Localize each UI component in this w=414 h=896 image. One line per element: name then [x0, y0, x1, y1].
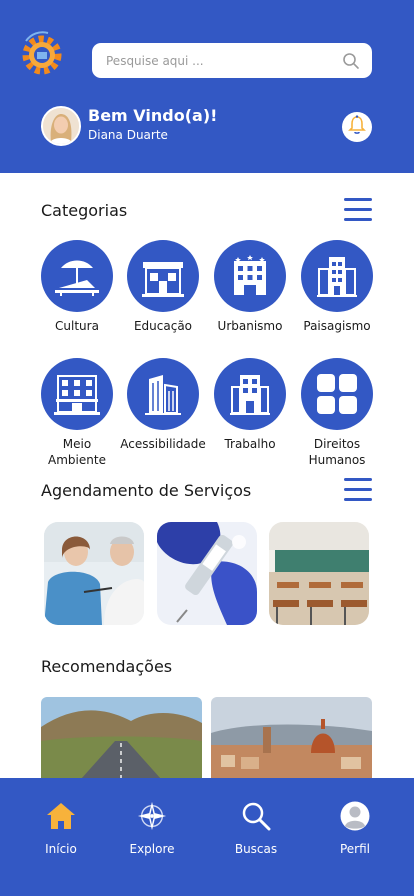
category-meio-ambiente[interactable]: Meio Ambiente: [32, 358, 122, 468]
search-icon[interactable]: [342, 52, 360, 70]
recommendation-card-city[interactable]: [211, 697, 372, 779]
category-paisagismo[interactable]: Paisagismo: [292, 240, 382, 334]
service-card-vaccine[interactable]: [157, 522, 257, 625]
section-title-services: Agendamento de Serviços: [41, 481, 252, 500]
category-label: Acessibilidade: [120, 437, 206, 451]
user-name: Diana Duarte: [88, 128, 168, 142]
category-acessibilidade[interactable]: Acessibilidade: [118, 358, 208, 452]
school-building-icon: [127, 240, 199, 312]
category-label: Urbanismo: [217, 319, 283, 333]
category-urbanismo[interactable]: Urbanismo: [205, 240, 295, 334]
bell-icon: [348, 115, 366, 139]
home-icon: [45, 800, 77, 832]
category-label: Meio Ambiente: [48, 437, 106, 467]
services-menu-icon[interactable]: [344, 478, 372, 502]
welcome-block: Bem Vindo(a)! Diana Duarte: [88, 106, 217, 143]
header: Pesquise aqui ... Bem Vindo(a)! Diana Du…: [0, 0, 414, 173]
notification-button[interactable]: [342, 112, 372, 142]
office-building-icon: [214, 358, 286, 430]
avatar[interactable]: [41, 106, 81, 146]
search-icon: [240, 800, 272, 832]
category-direitos-humanos[interactable]: Direitos Humanos: [292, 358, 382, 468]
category-label: Cultura: [55, 319, 99, 333]
service-card-medical[interactable]: [44, 522, 144, 625]
category-educacao[interactable]: Educação: [118, 240, 208, 334]
search-bar[interactable]: Pesquise aqui ...: [92, 43, 372, 78]
recommendation-card-road[interactable]: [41, 697, 202, 779]
city-hall-icon: [214, 240, 286, 312]
nav-item-buscas[interactable]: Buscas: [216, 800, 296, 857]
nav-label: Perfil: [339, 842, 371, 856]
nav-label: Buscas: [234, 842, 278, 856]
nav-label: Explore: [129, 842, 175, 856]
tower-building-icon: [301, 240, 373, 312]
search-input[interactable]: Pesquise aqui ...: [106, 54, 342, 68]
nav-item-perfil[interactable]: Perfil: [315, 800, 395, 857]
user-icon: [339, 800, 371, 832]
category-cultura[interactable]: Cultura: [32, 240, 122, 334]
category-label: Paisagismo: [303, 319, 371, 333]
bottom-nav: Início Explore Buscas Perfil: [0, 778, 414, 896]
nav-item-inicio[interactable]: Início: [21, 800, 101, 857]
compass-icon: [136, 800, 168, 832]
section-title-categories: Categorias: [41, 201, 128, 220]
category-trabalho[interactable]: Trabalho: [205, 358, 295, 452]
skyscraper-icon: [127, 358, 199, 430]
nav-label: Início: [45, 842, 77, 856]
residential-building-icon: [41, 358, 113, 430]
section-title-recommendations: Recomendações: [41, 657, 173, 676]
nav-item-explore[interactable]: Explore: [112, 800, 192, 857]
beach-chair-icon: [41, 240, 113, 312]
grid-icon: [301, 358, 373, 430]
categories-menu-icon[interactable]: [344, 198, 372, 222]
category-label: Trabalho: [224, 437, 276, 451]
category-label: Direitos Humanos: [308, 437, 366, 467]
welcome-greeting: Bem Vindo(a)!: [88, 106, 218, 125]
category-label: Educação: [133, 319, 193, 333]
service-card-classroom[interactable]: [269, 522, 369, 625]
app-logo[interactable]: [18, 29, 68, 79]
